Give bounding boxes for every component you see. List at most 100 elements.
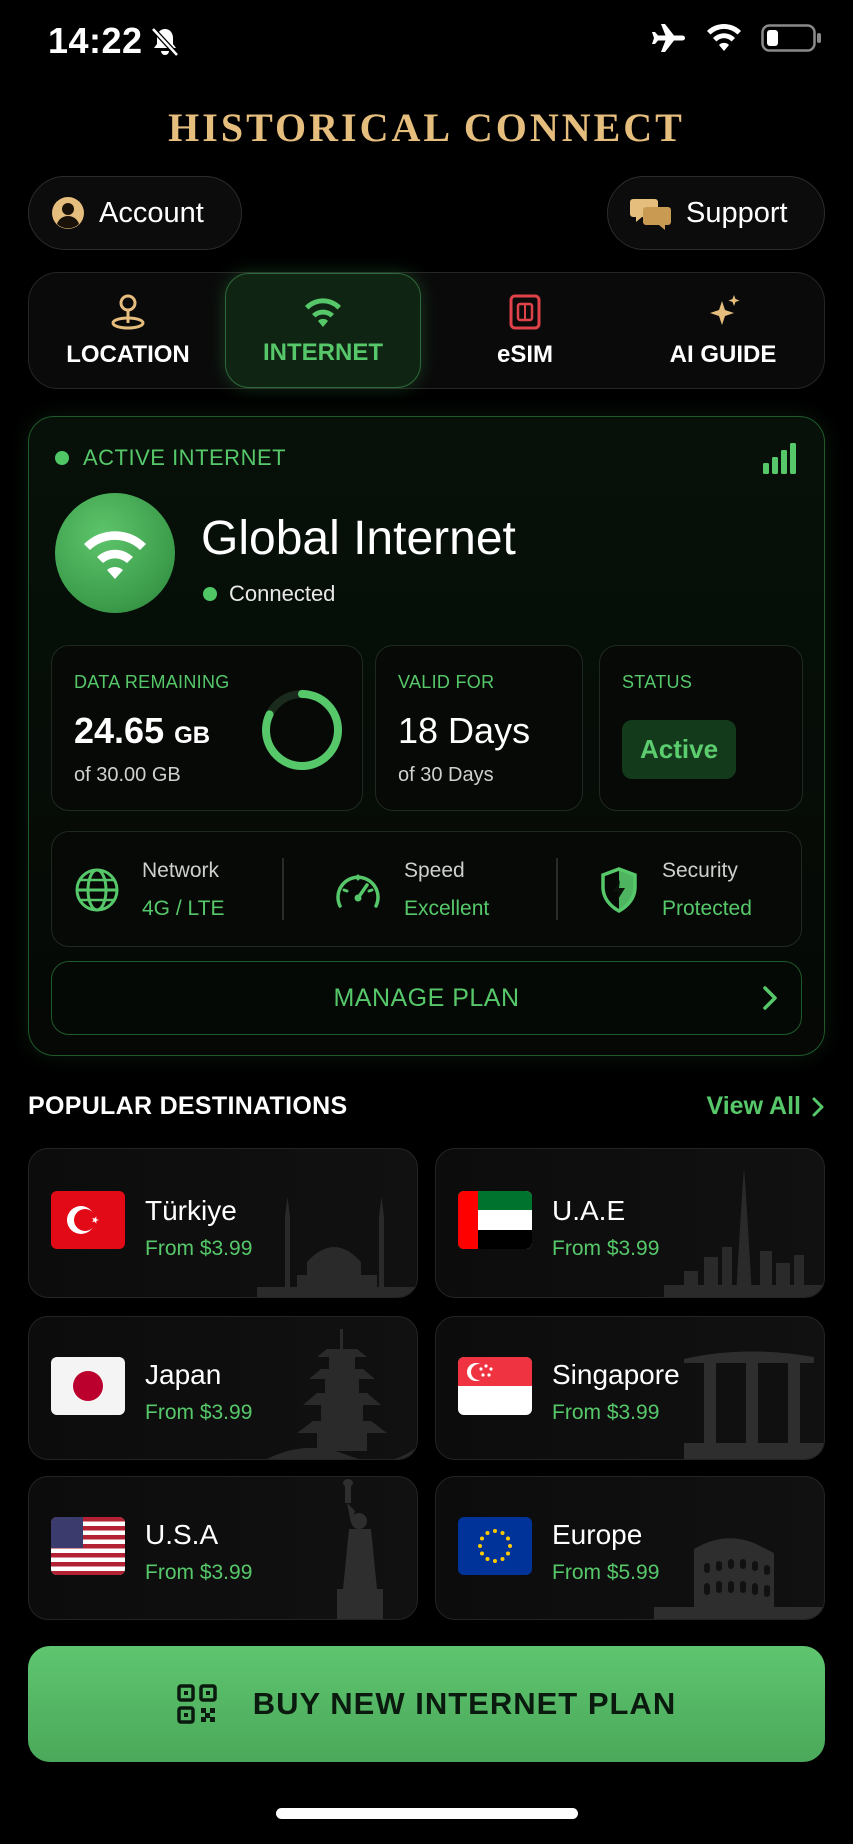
security-info: Security Protected — [598, 832, 752, 948]
plan-info-row: Network 4G / LTE Speed Excellent Securit… — [51, 831, 802, 947]
tab-esim[interactable]: eSIM — [425, 273, 625, 388]
buy-new-plan-button[interactable]: BUY NEW INTERNET PLAN — [28, 1646, 825, 1762]
data-remaining-number: 24.65 — [74, 710, 165, 751]
active-plan-card: ACTIVE INTERNET Global Internet Connecte… — [28, 416, 825, 1056]
data-remaining-label: DATA REMAINING — [74, 672, 230, 692]
network-value: 4G / LTE — [142, 897, 225, 920]
account-button[interactable]: Account — [28, 176, 242, 250]
chat-bubbles-icon — [630, 199, 671, 230]
flag-singapore-icon — [458, 1357, 532, 1415]
globe-icon — [75, 868, 119, 912]
destination-name: Türkiye — [145, 1195, 237, 1226]
tab-ai-guide[interactable]: AI GUIDE — [625, 273, 821, 388]
destination-price: From $5.99 — [552, 1561, 660, 1584]
destination-name: Europe — [552, 1519, 643, 1550]
tab-bar: LOCATION INTERNET eSIM AI GUIDE — [28, 272, 825, 389]
signal-strength-icon — [763, 443, 796, 474]
colosseum-icon — [654, 1538, 824, 1619]
wifi-icon — [305, 297, 341, 327]
flag-turkiye-icon — [51, 1191, 125, 1249]
valid-for-box: VALID FOR 18 Days of 30 Days — [375, 645, 583, 811]
destination-card-usa[interactable]: U.S.A From $3.99 — [28, 1476, 418, 1620]
destination-price: From $3.99 — [145, 1401, 253, 1424]
active-internet-text: ACTIVE INTERNET — [83, 445, 287, 470]
wifi-status-icon — [707, 23, 741, 51]
support-label: Support — [686, 196, 788, 229]
data-usage-ring — [262, 690, 342, 770]
destination-name: Japan — [145, 1359, 222, 1390]
valid-for-total: of 30 Days — [398, 764, 494, 786]
tab-esim-label: eSIM — [496, 340, 553, 368]
wifi-large-icon — [84, 531, 146, 579]
destination-card-turkiye[interactable]: Türkiye From $3.99 — [28, 1148, 418, 1298]
mosque-skyline-icon — [257, 1197, 417, 1297]
plan-name: Global Internet — [201, 512, 516, 565]
destination-name: U.S.A — [145, 1519, 219, 1550]
view-all-label: View All — [706, 1092, 801, 1120]
data-remaining-value: 24.65 GB — [74, 710, 210, 752]
divider — [556, 858, 558, 920]
dubai-skyline-icon — [664, 1167, 824, 1297]
tab-internet[interactable]: INTERNET — [225, 273, 421, 388]
flag-usa-icon — [51, 1517, 125, 1575]
tab-location[interactable]: LOCATION — [33, 273, 223, 388]
view-all-link[interactable]: View All — [707, 1092, 825, 1121]
tab-internet-label: INTERNET — [263, 338, 383, 366]
sim-card-icon — [509, 294, 541, 329]
battery-icon — [761, 24, 821, 52]
tab-ai-guide-label: AI GUIDE — [669, 340, 777, 368]
data-remaining-unit: GB — [174, 722, 211, 749]
speedometer-icon — [336, 874, 380, 908]
active-internet-label: ACTIVE INTERNET — [55, 445, 286, 471]
connected-dot-icon — [203, 587, 217, 601]
user-avatar-icon — [52, 197, 84, 229]
status-label: STATUS — [622, 672, 693, 692]
destination-card-europe[interactable]: Europe From $5.99 — [435, 1476, 825, 1620]
active-dot-icon — [55, 451, 69, 465]
flag-uae-icon — [458, 1191, 532, 1249]
wifi-badge — [55, 493, 175, 613]
status-box: STATUS Active — [599, 645, 803, 811]
popular-destinations-title: POPULAR DESTINATIONS — [28, 1092, 348, 1120]
data-remaining-box: DATA REMAINING 24.65 GB of 30.00 GB — [51, 645, 363, 811]
speed-value: Excellent — [404, 897, 490, 920]
destination-price: From $3.99 — [552, 1401, 660, 1424]
destination-name: U.A.E — [552, 1195, 626, 1226]
home-indicator[interactable] — [276, 1808, 578, 1819]
connection-status: Connected — [203, 581, 335, 607]
airplane-icon — [652, 24, 685, 52]
marina-bay-sands-icon — [684, 1351, 824, 1459]
flag-japan-icon — [51, 1357, 125, 1415]
destination-card-uae[interactable]: U.A.E From $3.99 — [435, 1148, 825, 1298]
buy-new-plan-label: BUY NEW INTERNET PLAN — [252, 1686, 677, 1721]
destination-card-singapore[interactable]: Singapore From $3.99 — [435, 1316, 825, 1460]
chevron-right-icon — [763, 986, 777, 1010]
status-badge: Active — [622, 720, 737, 779]
support-button[interactable]: Support — [607, 176, 825, 250]
destination-price: From $3.99 — [145, 1237, 253, 1260]
qr-code-icon — [177, 1684, 217, 1724]
account-label: Account — [99, 196, 204, 229]
speed-title: Speed — [404, 859, 465, 882]
speed-info: Speed Excellent — [334, 832, 489, 948]
location-pin-icon — [111, 294, 145, 329]
security-value: Protected — [662, 897, 752, 920]
destination-card-japan[interactable]: Japan From $3.99 — [28, 1316, 418, 1460]
flag-europe-icon — [458, 1517, 532, 1575]
network-info: Network 4G / LTE — [74, 832, 224, 948]
status-time: 14:22 — [48, 20, 143, 61]
bell-muted-icon — [151, 27, 179, 57]
shield-icon — [601, 867, 637, 914]
divider — [282, 858, 284, 920]
destination-price: From $3.99 — [145, 1561, 253, 1584]
destination-name: Singapore — [552, 1359, 680, 1390]
network-title: Network — [142, 859, 220, 882]
manage-plan-button[interactable]: MANAGE PLAN — [51, 961, 802, 1035]
valid-for-label: VALID FOR — [398, 672, 495, 692]
tab-location-label: LOCATION — [66, 340, 190, 368]
app-title: HISTORICAL CONNECT — [168, 105, 685, 150]
sparkle-icon — [710, 294, 740, 325]
chevron-right-icon — [812, 1097, 824, 1116]
status-bar: 14:22 — [0, 0, 853, 84]
valid-for-value: 18 Days — [398, 710, 531, 751]
